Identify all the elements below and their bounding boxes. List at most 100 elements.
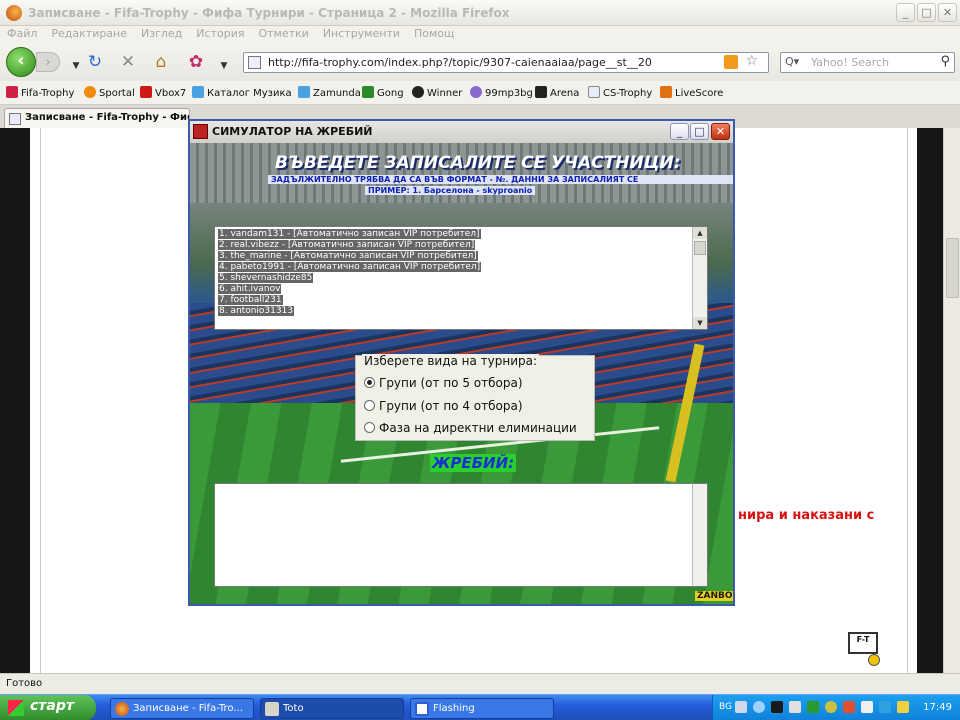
bookmark-sportal[interactable]: Sportal: [84, 86, 135, 99]
tray-icon[interactable]: [735, 701, 747, 713]
history-dropdown-icon[interactable]: ▼: [66, 57, 86, 75]
tray-icon[interactable]: [825, 701, 837, 713]
addon-icon[interactable]: ✿: [186, 53, 206, 71]
tray-icon[interactable]: [753, 701, 765, 713]
left-page-margin: [0, 128, 30, 673]
menu-help[interactable]: Помощ: [407, 26, 461, 41]
scroll-up-icon[interactable]: ▲: [693, 227, 707, 239]
radio-unselected[interactable]: [364, 422, 375, 433]
bookmark-livescore[interactable]: LiveScore: [660, 86, 723, 99]
radio-unselected[interactable]: [364, 400, 375, 411]
search-bar[interactable]: Q▾ Yahoo! Search ⚲: [780, 52, 955, 73]
taskbar-item-flashing[interactable]: Flashing: [410, 698, 554, 719]
tray-icon[interactable]: [771, 701, 783, 713]
draw-label: ЖРЕБИЙ:: [430, 454, 517, 472]
simulator-minimize-button[interactable]: _: [670, 123, 689, 140]
option-knockout[interactable]: Фаза на директни елиминации: [364, 421, 577, 435]
participants-textarea[interactable]: 1. vandam131 - [Автоматично записан VIP …: [214, 226, 708, 330]
search-engine-icon[interactable]: Q▾: [785, 55, 799, 68]
radio-selected[interactable]: [364, 377, 375, 388]
search-icon[interactable]: ⚲: [940, 54, 950, 69]
participant-text: 7. football231: [218, 295, 283, 305]
flashing-taskbar-icon: [415, 702, 429, 716]
bookmark-star-icon[interactable]: ☆: [745, 53, 758, 69]
bookmark-winner[interactable]: Winner: [412, 86, 462, 99]
cs-trophy-icon: [588, 86, 600, 98]
tray-icon[interactable]: [789, 701, 801, 713]
draw-simulator-window: СИМУЛАТОР НА ЖРЕБИЙ _ □ ✕ ВЪВЕДЕТЕ ЗАПИС…: [188, 119, 735, 606]
tray-icon[interactable]: [897, 701, 909, 713]
taskbar-item-firefox[interactable]: Записване - Fifa-Tro...: [110, 698, 254, 719]
participants-scrollbar[interactable]: ▲ ▼: [692, 227, 707, 329]
taskbar-item-label: Toto: [283, 703, 304, 714]
draw-result-textarea[interactable]: [214, 483, 708, 587]
fifa-trophy-logo[interactable]: F-T: [848, 632, 880, 668]
firefox-taskbar-icon: [115, 702, 129, 716]
participant-text: 5. shevernashidze85: [218, 273, 314, 283]
bookmark-arena[interactable]: Arena: [535, 86, 579, 99]
option-groups-of-4[interactable]: Групи (от по 4 отбора): [364, 399, 523, 413]
gong-icon: [362, 86, 374, 98]
participant-text: 8. antonio31313: [218, 306, 295, 316]
start-button[interactable]: старт: [0, 695, 96, 720]
tray-icon[interactable]: [807, 701, 819, 713]
tab-active[interactable]: Записване - Fifa-Trophy - Фифа: [4, 108, 190, 128]
rss-icon[interactable]: [724, 55, 738, 69]
participant-line: 1. vandam131 - [Автоматично записан VIP …: [218, 229, 707, 240]
scrollbar-thumb[interactable]: [946, 238, 959, 298]
option-groups-of-5[interactable]: Групи (от по 5 отбора): [364, 376, 523, 390]
bookmark-cs-trophy[interactable]: CS-Trophy: [588, 86, 652, 99]
taskbar-item-label: Записване - Fifa-Tro...: [133, 703, 243, 714]
scroll-down-icon[interactable]: ▼: [693, 317, 707, 329]
participant-line: 3. the_marine - [Автоматично записан VIP…: [218, 251, 707, 262]
winner-icon: [412, 86, 424, 98]
reload-icon[interactable]: ↻: [85, 53, 105, 71]
simulator-maximize-button[interactable]: □: [690, 123, 709, 140]
stadium-background: ВЪВЕДЕТЕ ЗАПИСАЛИТЕ СЕ УЧАСТНИЦИ: ЗАДЪЛЖ…: [190, 143, 733, 604]
start-label: старт: [30, 698, 74, 714]
addon-dropdown-icon[interactable]: ▼: [214, 57, 234, 75]
bookmark-music-catalog[interactable]: Каталог Музика: [192, 86, 292, 99]
participant-line: 8. antonio31313: [218, 306, 707, 317]
close-button[interactable]: ✕: [938, 3, 957, 22]
bookmark-vbox7[interactable]: Vbox7: [140, 86, 186, 99]
bookmark-label: Gong: [377, 88, 404, 99]
forward-button[interactable]: ›: [36, 52, 60, 72]
clock[interactable]: 17:49: [923, 702, 952, 713]
tray-icon[interactable]: [843, 701, 855, 713]
bookmark-gong[interactable]: Gong: [362, 86, 404, 99]
menu-tools[interactable]: Инструменти: [316, 26, 407, 41]
taskbar-item-label: Flashing: [433, 703, 475, 714]
home-icon[interactable]: ⌂: [151, 53, 171, 71]
menu-edit[interactable]: Редактиране: [44, 26, 134, 41]
bookmark-zamunda[interactable]: Zamunda: [298, 86, 361, 99]
menu-view[interactable]: Изглед: [134, 26, 189, 41]
simulator-title: СИМУЛАТОР НА ЖРЕБИЙ: [212, 125, 373, 138]
bookmark-99mp3bg[interactable]: 99mp3bg: [470, 86, 533, 99]
bookmark-label: Vbox7: [155, 88, 187, 99]
simulator-close-button[interactable]: ✕: [711, 123, 730, 140]
bookmark-fifa-trophy[interactable]: Fifa-Trophy: [6, 86, 74, 99]
menu-bookmarks[interactable]: Отметки: [251, 26, 315, 41]
tray-icon[interactable]: [879, 701, 891, 713]
simulator-title-bar[interactable]: СИМУЛАТОР НА ЖРЕБИЙ _ □ ✕: [190, 121, 733, 143]
participants-heading: ВЪВЕДЕТЕ ЗАПИСАЛИТЕ СЕ УЧАСТНИЦИ:: [275, 153, 681, 173]
participant-text: 4. pabeto1991 - [Автоматично записан VIP…: [218, 262, 482, 272]
menu-history[interactable]: История: [189, 26, 251, 41]
draw-result-scrollbar[interactable]: [692, 484, 707, 586]
bookmark-label: Каталог Музика: [207, 88, 292, 99]
minimize-button[interactable]: _: [896, 3, 915, 22]
language-indicator[interactable]: BG: [719, 702, 732, 712]
bookmark-label: LiveScore: [675, 88, 724, 99]
stop-icon[interactable]: ✕: [118, 53, 138, 71]
menu-file[interactable]: Файл: [0, 26, 44, 41]
windows-logo-icon: [8, 700, 24, 716]
url-bar[interactable]: http://fifa-trophy.com/index.php?/topic/…: [243, 52, 769, 73]
tray-icon[interactable]: [861, 701, 873, 713]
taskbar-item-toto[interactable]: Toto: [260, 698, 404, 719]
maximize-button[interactable]: □: [917, 3, 936, 22]
participants-scroll-thumb[interactable]: [694, 241, 706, 255]
back-button[interactable]: ‹: [6, 47, 36, 77]
participant-line: 2. real.vibezz - [Автоматично записан VI…: [218, 240, 707, 251]
page-scrollbar[interactable]: [943, 128, 960, 673]
